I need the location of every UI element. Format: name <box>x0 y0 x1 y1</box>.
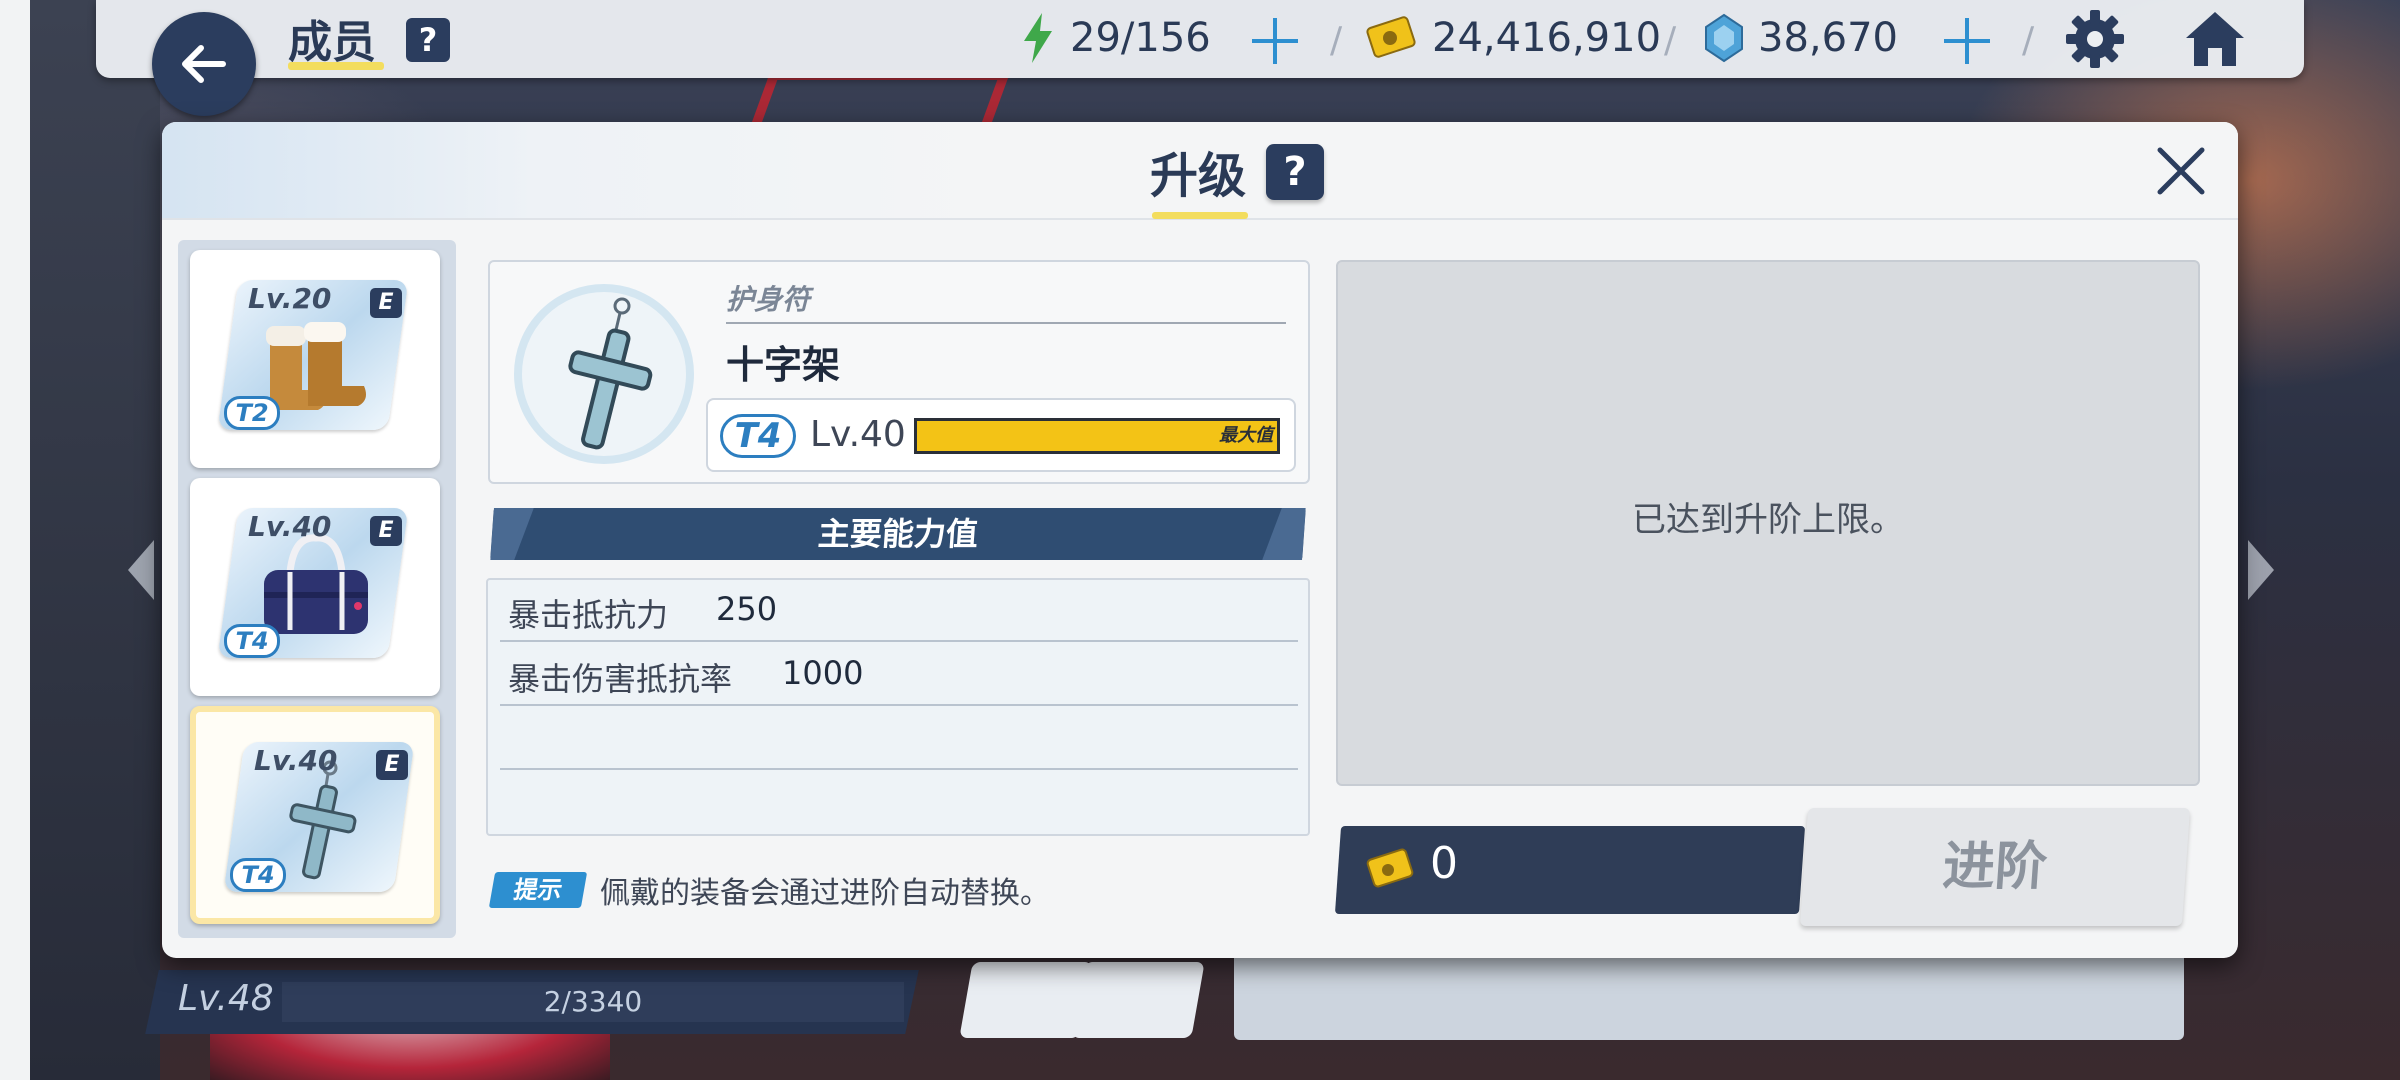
stat-name: 暴击抵抗力 <box>508 596 669 634</box>
player-exp: 2/3340 <box>543 985 643 1018</box>
equipment-grade: E <box>370 516 402 546</box>
credit-icon <box>1366 16 1416 58</box>
lightning-icon <box>1024 13 1052 63</box>
arrow-left-icon <box>182 45 226 83</box>
gems-value: 38,670 <box>1758 15 1898 61</box>
home-icon[interactable] <box>2184 8 2246 70</box>
equipment-card-selected[interactable]: Lv.40 E T4 <box>190 706 440 924</box>
prev-member-arrow-icon[interactable] <box>128 540 154 600</box>
credit-icon <box>1366 848 1414 888</box>
item-image <box>514 284 694 464</box>
equipment-level: Lv.40 <box>254 744 338 777</box>
dialog-title: 升级 <box>1150 148 1247 204</box>
back-button[interactable] <box>152 12 256 116</box>
tip-badge: 提示 <box>488 872 588 908</box>
cross-icon <box>568 297 653 450</box>
item-tier: T4 <box>720 414 796 458</box>
separator: / <box>1330 20 1343 61</box>
gem-icon <box>1705 13 1743 63</box>
equipment-level: Lv.20 <box>248 282 332 315</box>
item-name: 十字架 <box>726 343 841 387</box>
stamina-value: 29/156 <box>1070 15 1211 61</box>
separator: / <box>2022 20 2035 61</box>
equipment-card[interactable]: Lv.20 E T2 <box>190 250 440 468</box>
advance-materials-panel: 已达到升阶上限。 <box>1336 260 2200 786</box>
equipment-tier: T4 <box>224 624 280 658</box>
equipment-level: Lv.40 <box>248 510 332 543</box>
equipment-grade: E <box>376 750 408 780</box>
tip-row: 提示 佩戴的装备会通过进阶自动替换。 <box>488 870 1050 911</box>
exp-max-label: 最大值 <box>1219 425 1273 446</box>
player-level: Lv.48 <box>178 978 274 1019</box>
stats-table: 暴击抵抗力 250 暴击伤害抵抗率 1000 <box>486 578 1310 836</box>
advance-button-label: 进阶 <box>1940 837 2050 897</box>
stat-value: 250 <box>716 590 778 628</box>
advance-button[interactable]: 进阶 <box>1799 808 2191 926</box>
stat-name: 暴击伤害抵抗率 <box>508 660 733 698</box>
item-level-row: T4 Lv.40 最大值 <box>706 398 1296 472</box>
equipment-grade: E <box>370 288 402 318</box>
equipment-card[interactable]: Lv.40 E T4 <box>190 478 440 696</box>
separator: / <box>1664 20 1677 61</box>
next-member-arrow-icon[interactable] <box>2248 540 2274 600</box>
limit-message: 已达到升阶上限。 <box>1632 500 1904 540</box>
stamina-display: 29/156 <box>1020 10 1211 66</box>
stat-row: 暴击抵抗力 250 <box>500 580 1298 642</box>
stats-header-label: 主要能力值 <box>816 515 980 553</box>
gems-display: 38,670 <box>1704 10 1898 66</box>
memo-button[interactable] <box>1071 962 1205 1038</box>
dialog-title-underline <box>1152 212 1248 219</box>
item-level: Lv.40 <box>810 414 906 455</box>
tip-text: 佩戴的装备会通过进阶自动替换。 <box>600 876 1050 911</box>
dialog-help-button[interactable]: ? <box>1266 144 1324 200</box>
cost-value: 0 <box>1430 838 1458 889</box>
background-decoration <box>749 70 1011 130</box>
credits-display: 24,416,910 <box>1366 10 1661 66</box>
item-info-panel: 护身符 十字架 T4 Lv.40 最大值 <box>488 260 1310 484</box>
add-stamina-button[interactable] <box>1252 18 1298 64</box>
close-icon[interactable] <box>2152 142 2210 200</box>
gear-icon[interactable] <box>2064 8 2126 70</box>
upgrade-dialog: 升级 ? Lv.20 E T2 Lv.40 E T4 Lv.40 E T4 护身… <box>162 122 2238 958</box>
equipment-tier: T4 <box>230 858 286 892</box>
stat-value: 1000 <box>782 654 864 692</box>
stat-row <box>500 708 1298 770</box>
page-title: 成员 <box>288 17 376 68</box>
background-edge <box>0 0 30 1080</box>
divider <box>726 322 1286 324</box>
item-category: 护身符 <box>726 283 811 316</box>
item-exp-bar: 最大值 <box>914 418 1280 454</box>
equipment-tier: T2 <box>224 396 280 430</box>
help-button[interactable]: ? <box>406 18 450 62</box>
title-underline <box>288 62 384 70</box>
equipment-list: Lv.20 E T2 Lv.40 E T4 Lv.40 E T4 <box>178 240 456 938</box>
add-gems-button[interactable] <box>1944 18 1990 64</box>
stats-header: 主要能力值 <box>490 508 1306 560</box>
stat-row: 暴击伤害抵抗率 1000 <box>500 644 1298 706</box>
credits-value: 24,416,910 <box>1432 15 1662 61</box>
